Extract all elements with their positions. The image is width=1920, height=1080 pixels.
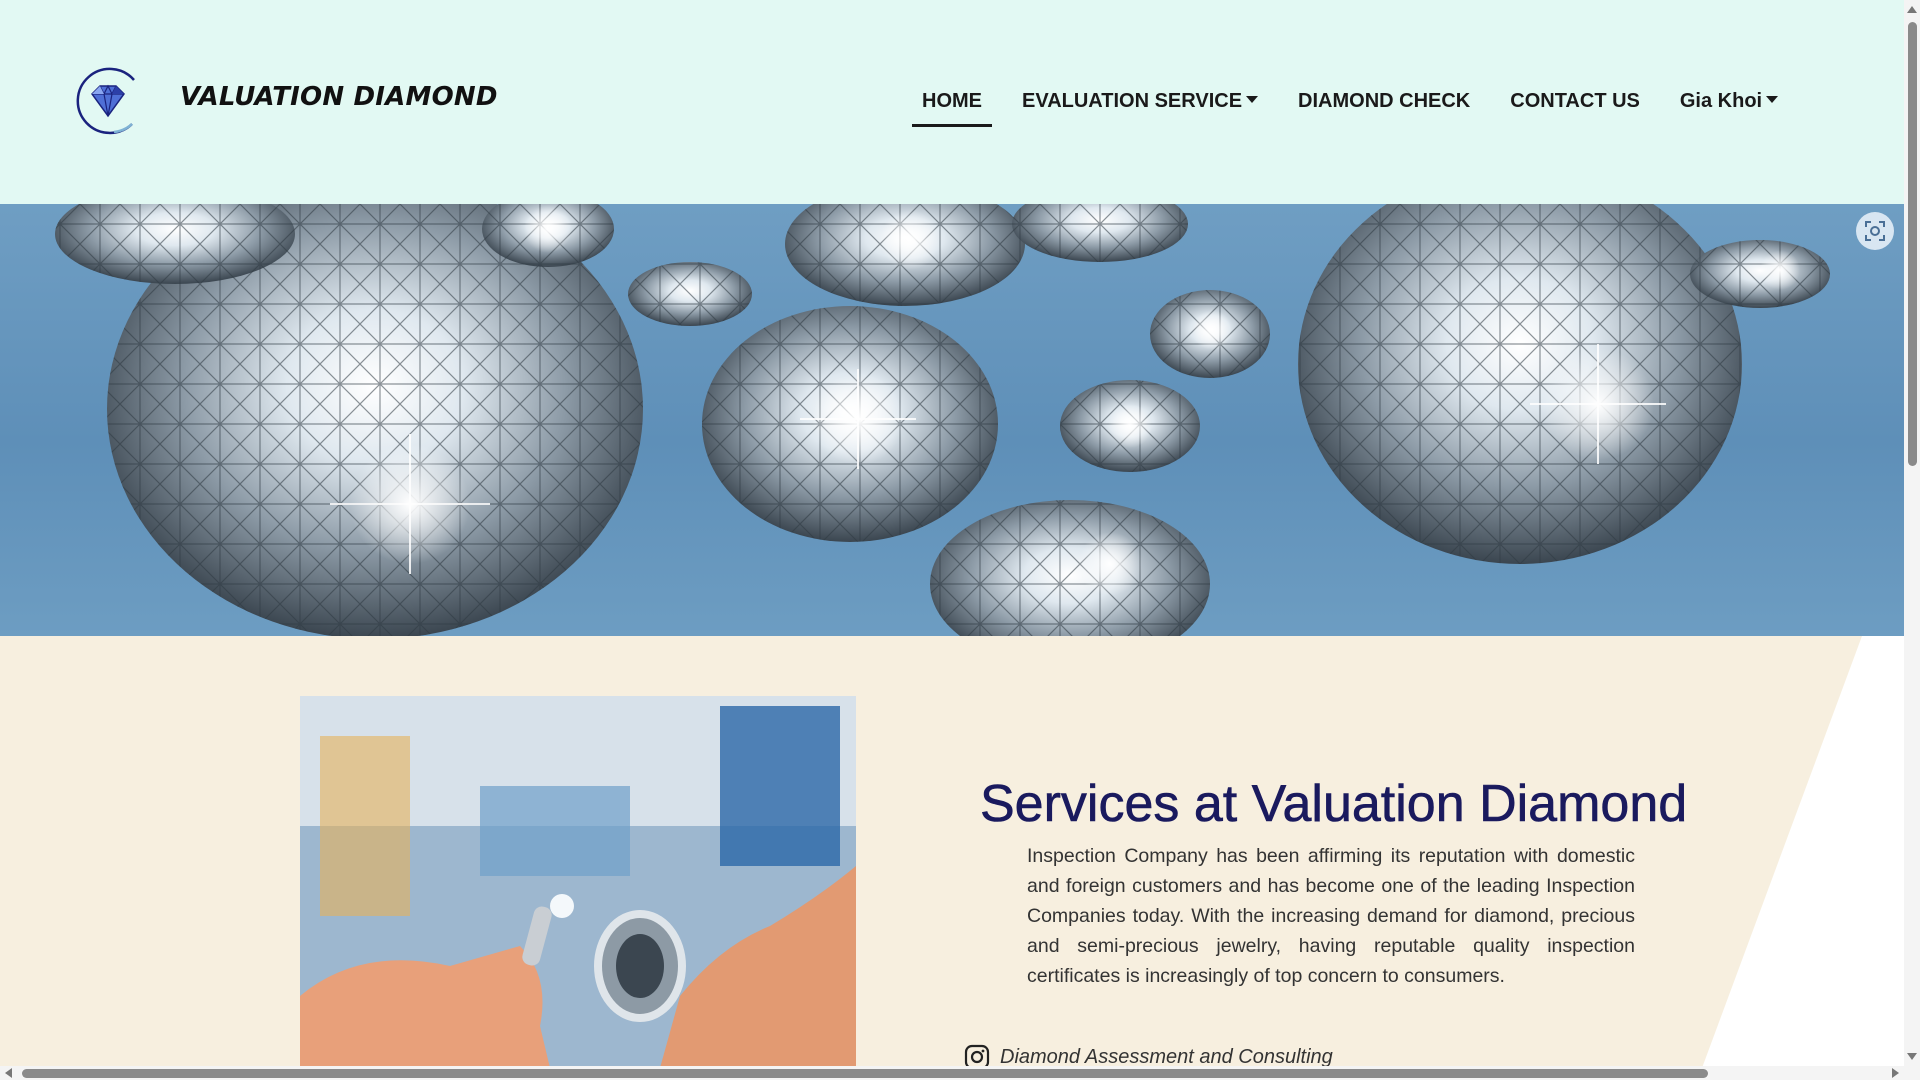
nav-evaluation-service[interactable]: EVALUATION SERVICE [1012, 86, 1268, 127]
services-description: Inspection Company has been affirming it… [1027, 845, 1635, 987]
horizontal-scrollbar[interactable] [0, 1066, 1904, 1080]
nav-home-label: HOME [922, 90, 982, 112]
services-title: Services at Valuation Diamond [980, 775, 1688, 834]
diamond-icon[interactable] [74, 66, 142, 136]
nav-contact-us[interactable]: CONTACT US [1500, 86, 1650, 127]
screen-capture-button[interactable] [1856, 212, 1894, 250]
instagram-icon [964, 1044, 990, 1068]
nav-diamond-check-label: DIAMOND CHECK [1298, 90, 1471, 112]
site-header: VALUATION DIAMOND HOME EVALUATION SERVIC… [0, 0, 1904, 204]
diamonds-banner-image [55, 204, 1830, 636]
scroll-right-arrow-icon[interactable] [1888, 1066, 1902, 1080]
caret-down-icon [1246, 96, 1259, 104]
gem-inspection-photo [300, 696, 856, 1068]
nav-contact-us-label: CONTACT US [1510, 90, 1640, 112]
brand-name[interactable]: VALUATION DIAMOND [180, 82, 498, 112]
nav-home[interactable]: HOME [912, 86, 992, 127]
nav-user-menu[interactable]: Gia Khoi [1670, 86, 1788, 127]
scroll-left-arrow-icon[interactable] [2, 1066, 16, 1080]
nav-evaluation-service-label: EVALUATION SERVICE [1022, 90, 1243, 112]
hero-banner [0, 204, 1904, 636]
service-item-assessment[interactable]: Diamond Assessment and Consulting [964, 1044, 1333, 1068]
nav-diamond-check[interactable]: DIAMOND CHECK [1288, 86, 1480, 127]
nav-user-name: Gia Khoi [1679, 90, 1763, 112]
scroll-down-arrow-icon[interactable] [1904, 1048, 1920, 1064]
vertical-scrollbar[interactable] [1904, 0, 1920, 1080]
main-nav: HOME EVALUATION SERVICE DIAMOND CHECK CO… [912, 86, 1808, 127]
caret-down-icon [1766, 96, 1779, 104]
services-section: Services at Valuation Diamond Inspection… [0, 636, 1904, 1068]
screen-capture-icon [1865, 221, 1885, 241]
horizontal-scroll-thumb[interactable] [22, 1069, 1708, 1078]
service-item-label: Diamond Assessment and Consulting [1000, 1045, 1333, 1068]
scroll-up-arrow-icon[interactable] [1904, 2, 1920, 18]
vertical-scroll-thumb[interactable] [1908, 22, 1917, 466]
